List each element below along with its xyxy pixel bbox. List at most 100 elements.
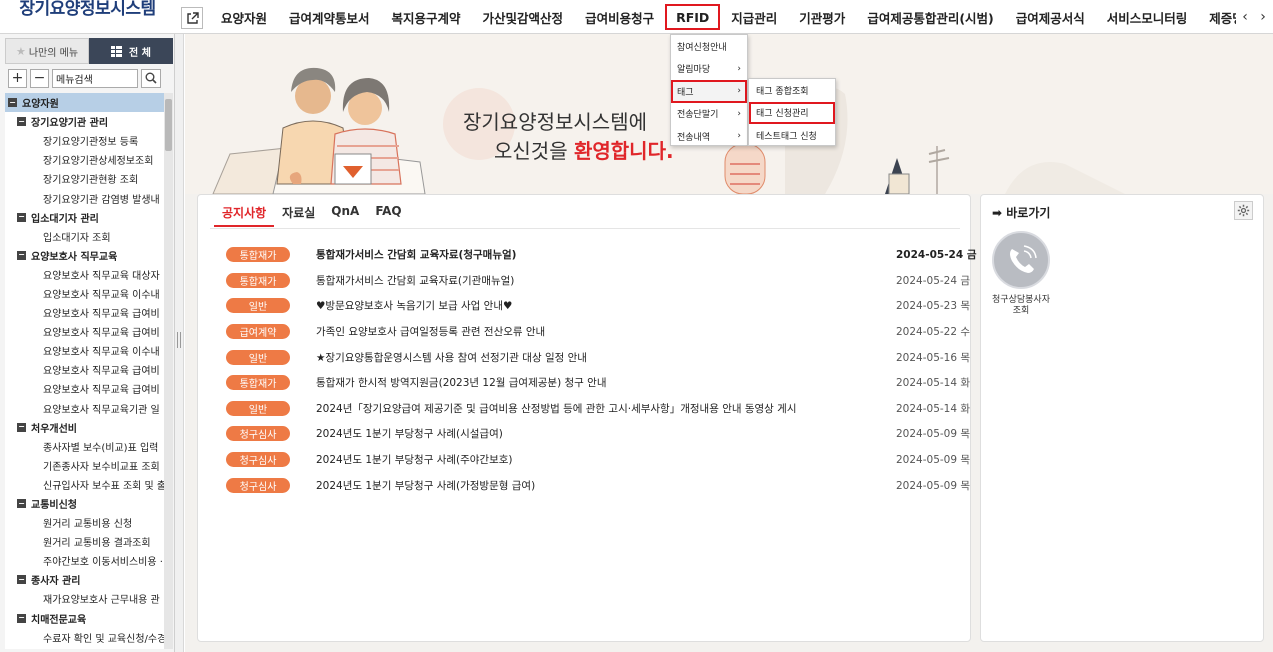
- notice-title[interactable]: 2024년도 1분기 부당청구 사례(가정방문형 급여): [316, 478, 896, 493]
- gnb-item-10[interactable]: 서비스모니터링: [1096, 4, 1199, 30]
- rfid-menu-item-1[interactable]: 알림마당 ›: [671, 58, 747, 81]
- notice-title[interactable]: 2024년「장기요양급여 제공기준 및 급여비용 산정방법 등에 관한 고시·세…: [316, 401, 896, 416]
- collapse-toggle-icon[interactable]: −: [17, 117, 26, 127]
- tree-leaf[interactable]: 주야간보호 이동서비스비용 ·: [5, 551, 164, 570]
- notice-row[interactable]: 청구심사 2024년도 1분기 부당청구 사례(가정방문형 급여) 2024-05-…: [226, 472, 970, 498]
- notice-row[interactable]: 통합재가 통합재가 한시적 방역지원금(2023년 12월 급여제공분) 청구 안…: [226, 370, 970, 396]
- collapse-toggle-icon[interactable]: −: [17, 575, 26, 585]
- tree-leaf[interactable]: 기존종사자 보수비교표 조회: [5, 456, 164, 475]
- sidebar-splitter[interactable]: [175, 34, 184, 652]
- tree-leaf[interactable]: 요양보호사 직무교육 급여비: [5, 379, 164, 398]
- tree-leaf[interactable]: 장기요양기관 감염병 발생내: [5, 188, 164, 207]
- menu-search-input[interactable]: [52, 68, 138, 88]
- notice-title[interactable]: 2024년도 1분기 부당청구 사례(시설급여): [316, 426, 896, 441]
- tree-leaf[interactable]: 요양보호사 직무교육 이수내: [5, 341, 164, 360]
- tab-all-menu[interactable]: 전 체: [89, 38, 173, 64]
- notice-row[interactable]: 청구심사 2024년도 1분기 부당청구 사례(시설급여) 2024-05-09 목: [226, 421, 970, 447]
- notice-tab-0[interactable]: 공지사항: [214, 203, 275, 227]
- collapse-toggle-icon[interactable]: −: [17, 250, 26, 260]
- collapse-toggle-icon[interactable]: −: [17, 499, 26, 509]
- gnb-item-9[interactable]: 급여제공서식: [1005, 4, 1096, 30]
- tree-leaf[interactable]: 요양보호사 직무교육 급여비: [5, 360, 164, 379]
- tree-leaf[interactable]: 요양보호사 직무교육 이수내: [5, 284, 164, 303]
- menu-prev-button[interactable]: ‹: [1236, 6, 1254, 28]
- tree-leaf[interactable]: 원거리 교통비용 신청: [5, 513, 164, 532]
- tree-group[interactable]: − 치매전문교육: [5, 609, 164, 628]
- notice-title[interactable]: ♥방문요양보호사 녹음기기 보급 사업 안내♥: [316, 298, 896, 313]
- tree-leaf[interactable]: 원거리 교통비용 결과조회: [5, 532, 164, 551]
- scrollbar-thumb[interactable]: [165, 99, 172, 151]
- menu-search-button[interactable]: [141, 68, 161, 88]
- tree-leaf[interactable]: 수료자 확인 및 교육신청/수경: [5, 628, 164, 647]
- notice-title[interactable]: ★장기요양통합운영시스템 사용 참여 선정기관 대상 일정 안내: [316, 350, 896, 365]
- tree-leaf[interactable]: 장기요양기관현황 조회: [5, 169, 164, 188]
- gnb-item-3[interactable]: 가산및감액산정: [472, 4, 575, 30]
- tab-my-menu[interactable]: ★ 나만의 메뉴: [5, 38, 89, 64]
- tag-submenu-item-1[interactable]: 태그 신청관리: [749, 101, 835, 124]
- system-logo[interactable]: 장기요양정보시스템: [0, 0, 175, 20]
- notice-title[interactable]: 통합재가 한시적 방역지원금(2023년 12월 급여제공분) 청구 안내: [316, 375, 896, 390]
- tree-leaf[interactable]: 재가요양보호사 근무내용 관: [5, 589, 164, 608]
- collapse-toggle-icon[interactable]: −: [8, 98, 17, 108]
- gnb-item-2[interactable]: 복지용구계약: [381, 4, 472, 30]
- notice-title[interactable]: 가족인 요양보호사 급여일정등록 관련 전산오류 안내: [316, 324, 896, 339]
- rfid-menu-item-2[interactable]: 태그 ›: [671, 80, 747, 103]
- tree-leaf[interactable]: 신규입사자 보수표 조회 및 출: [5, 475, 164, 494]
- tree-leaf[interactable]: 종사자별 보수(비교)표 입력: [5, 437, 164, 456]
- menu-next-button[interactable]: ›: [1254, 6, 1272, 28]
- external-link-icon: [186, 11, 199, 24]
- expand-all-button[interactable]: +: [8, 68, 27, 88]
- tree-leaf[interactable]: 장기요양기관정보 등록: [5, 131, 164, 150]
- tree-group[interactable]: − 입소대기자 관리: [5, 208, 164, 227]
- tree-leaf[interactable]: 장기요양기관상세정보조회: [5, 150, 164, 169]
- gnb-item-6[interactable]: 지급관리: [720, 4, 788, 30]
- tag-submenu-item-0[interactable]: 태그 종합조회: [749, 79, 835, 102]
- tag-submenu-item-2[interactable]: 테스트태그 신청: [749, 124, 835, 147]
- gnb-item-1[interactable]: 급여계약통보서: [278, 4, 381, 30]
- tree-leaf[interactable]: 요양보호사 직무교육 대상자: [5, 265, 164, 284]
- collapse-all-button[interactable]: −: [30, 68, 49, 88]
- shortcut-item[interactable]: 청구상담봉사자 조회: [987, 231, 1055, 317]
- tree-label: 교통비신청: [31, 500, 77, 512]
- collapse-toggle-icon[interactable]: −: [17, 422, 26, 432]
- rfid-menu-item-3[interactable]: 전송단말기 ›: [671, 103, 747, 126]
- notice-title[interactable]: 통합재가서비스 간담회 교육자료(기관매뉴얼): [316, 273, 896, 288]
- external-link-button[interactable]: [181, 7, 203, 29]
- tree-leaf[interactable]: 요양보호사 직무교육기관 일: [5, 399, 164, 418]
- splitter-grip[interactable]: [177, 332, 181, 348]
- tree-group[interactable]: − 요양보호사 직무교육: [5, 246, 164, 265]
- tree-leaf[interactable]: 요양보호사 직무교육 급여비: [5, 303, 164, 322]
- notice-tab-3[interactable]: FAQ: [367, 203, 409, 227]
- notice-row[interactable]: 급여계약 가족인 요양보호사 급여일정등록 관련 전산오류 안내 2024-05-2…: [226, 319, 970, 345]
- collapse-toggle-icon[interactable]: −: [17, 613, 26, 623]
- gnb-item-7[interactable]: 기관평가: [788, 4, 856, 30]
- gnb-item-0[interactable]: 요양자원: [210, 4, 278, 30]
- menu-tree-scrollbar[interactable]: [164, 93, 173, 649]
- gnb-item-4[interactable]: 급여비용청구: [574, 4, 665, 30]
- notice-title[interactable]: 2024년도 1분기 부당청구 사례(주야간보호): [316, 452, 896, 467]
- tree-group[interactable]: − 교통비신청: [5, 494, 164, 513]
- tree-group[interactable]: − 처우개선비: [5, 418, 164, 437]
- shortcut-settings-button[interactable]: [1234, 201, 1253, 220]
- collapse-toggle-icon[interactable]: −: [17, 212, 26, 222]
- tree-group[interactable]: − 장기요양기관 관리: [5, 112, 164, 131]
- notice-row[interactable]: 청구심사 2024년도 1분기 부당청구 사례(주야간보호) 2024-05-09 …: [226, 447, 970, 473]
- tree-group[interactable]: − 종사자 관리: [5, 570, 164, 589]
- notice-tab-2[interactable]: QnA: [323, 203, 367, 227]
- notice-title[interactable]: 통합재가서비스 간담회 교육자료(청구매뉴얼): [316, 247, 896, 262]
- notice-row[interactable]: 일반 ♥방문요양보호사 녹음기기 보급 사업 안내♥ 2024-05-23 목: [226, 293, 970, 319]
- gnb-item-5[interactable]: RFID: [665, 4, 721, 30]
- rfid-menu-item-0[interactable]: 참여신청안내: [671, 35, 747, 58]
- notice-tab-1[interactable]: 자료실: [274, 203, 323, 227]
- notice-row[interactable]: 통합재가 통합재가서비스 간담회 교육자료(기관매뉴얼) 2024-05-24 금: [226, 268, 970, 294]
- tree-root[interactable]: − 요양자원: [5, 93, 164, 113]
- tree-label: 장기요양기관상세정보조회: [43, 156, 154, 168]
- notice-row[interactable]: 통합재가 통합재가서비스 간담회 교육자료(청구매뉴얼) 2024-05-24 금: [226, 242, 976, 268]
- tree-label: 요양보호사 직무교육 급여비: [43, 366, 160, 378]
- rfid-menu-item-4[interactable]: 전송내역 ›: [671, 125, 747, 148]
- notice-row[interactable]: 일반 ★장기요양통합운영시스템 사용 참여 선정기관 대상 일정 안내 2024-0…: [226, 344, 970, 370]
- notice-row[interactable]: 일반 2024년「장기요양급여 제공기준 및 급여비용 산정방법 등에 관한 고시…: [226, 396, 970, 422]
- tree-leaf[interactable]: 요양보호사 직무교육 급여비: [5, 322, 164, 341]
- gnb-item-8[interactable]: 급여제공통합관리(시범): [856, 4, 1004, 30]
- tree-leaf[interactable]: 입소대기자 조회: [5, 227, 164, 246]
